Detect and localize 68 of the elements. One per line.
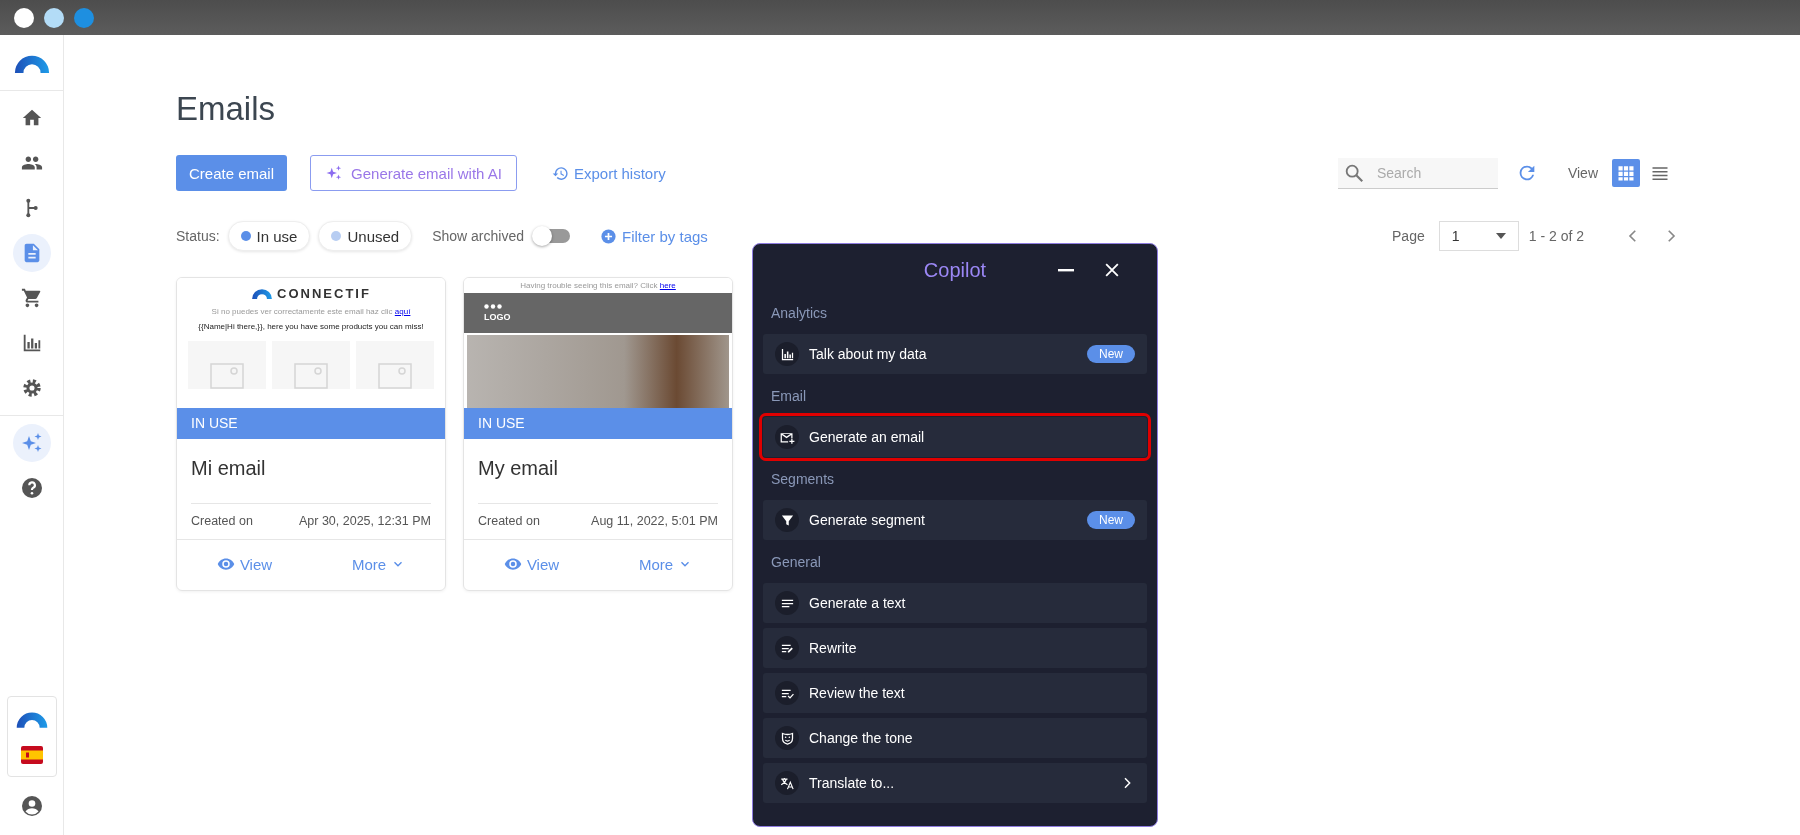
brand-name: CONNECTIF xyxy=(277,286,371,301)
arch-logo-icon xyxy=(251,287,274,300)
created-date: Apr 30, 2025, 12:31 PM xyxy=(298,514,431,528)
dropdown-caret-icon xyxy=(1495,233,1506,239)
email-preview[interactable]: CONNECTIF Si no puedes ver correctamente este email haz clic aquí {{Name|Hi there,}}, here you have some products you can miss! xyxy=(177,278,445,408)
section-label: Analytics xyxy=(770,304,829,323)
new-badge: New xyxy=(1087,345,1135,363)
section-label: General xyxy=(770,553,822,572)
show-archived-label: Show archived xyxy=(432,228,524,244)
preview-notice: Having trouble seeing this email? Click here xyxy=(520,281,676,290)
copilot-item[interactable]: Generate a text xyxy=(763,583,1147,623)
preview-link[interactable]: aquí xyxy=(394,307,411,316)
view-label: View xyxy=(1567,165,1598,181)
copilot-item[interactable]: Rewrite xyxy=(763,628,1147,668)
window-control[interactable] xyxy=(14,7,34,28)
user-icon xyxy=(19,794,44,818)
minimize-icon xyxy=(1058,268,1074,272)
preview-greeting: {{Name|Hi there,}}, here you have some products you can miss! xyxy=(198,322,424,331)
copilot-item[interactable]: Review the text xyxy=(763,673,1147,713)
translate-icon xyxy=(779,775,795,791)
preview-notice: Si no puedes ver correctamente este email haz clic aquí xyxy=(211,307,411,316)
new-badge: New xyxy=(1087,511,1135,529)
plus-circle-icon xyxy=(600,227,617,245)
preview-link[interactable]: here xyxy=(659,281,676,290)
status-filter-chip[interactable]: In use xyxy=(227,221,311,251)
history-icon xyxy=(551,164,569,182)
email-title: My email xyxy=(477,456,559,481)
eye-icon xyxy=(216,555,235,573)
view-toggle-button[interactable] xyxy=(1612,159,1640,187)
archived-toggle[interactable] xyxy=(534,229,570,243)
sidebar-nav-button[interactable] xyxy=(12,234,51,272)
email-preview[interactable]: Having trouble seeing this email? Click here LOGO xyxy=(464,278,732,408)
bar-chart-icon xyxy=(779,346,795,362)
spain-flag-icon[interactable] xyxy=(20,746,43,764)
generate-ai-button[interactable]: Generate email with AI xyxy=(310,155,517,191)
created-date: Aug 11, 2022, 5:01 PM xyxy=(591,514,718,528)
created-label: Created on xyxy=(478,514,540,528)
section-label: Email xyxy=(770,387,807,406)
email-title: Mi email xyxy=(190,456,267,481)
page-title: Emails xyxy=(176,90,277,128)
help-icon xyxy=(19,476,44,500)
eye-icon xyxy=(503,555,522,573)
window-control[interactable] xyxy=(44,7,64,28)
section-label: Segments xyxy=(770,470,836,489)
page-range: 1 - 2 of 2 xyxy=(1528,228,1584,244)
page-label: Page xyxy=(1392,228,1425,244)
cart-icon xyxy=(20,287,43,309)
copilot-title: Copilot xyxy=(923,258,987,282)
search-field[interactable]: Search xyxy=(1337,157,1498,189)
search-input[interactable]: Search xyxy=(1374,163,1469,182)
minimize-button[interactable] xyxy=(1058,268,1074,272)
status-banner: IN USE xyxy=(177,408,445,439)
status-filter-chip[interactable]: Unused xyxy=(318,221,413,251)
status-banner: IN USE xyxy=(464,408,732,439)
preview-logo-text: LOGO xyxy=(484,312,511,322)
settings-icon xyxy=(20,377,43,399)
page-select[interactable]: 1 xyxy=(1438,221,1519,251)
grid-icon xyxy=(1616,163,1636,183)
mask-icon xyxy=(779,730,795,746)
copilot-item[interactable]: Change the tone xyxy=(763,718,1147,758)
copilot-item[interactable]: Talk about my data New xyxy=(763,334,1147,374)
created-label: Created on xyxy=(191,514,253,528)
dots-icon xyxy=(484,304,502,309)
status-label: Status: xyxy=(176,228,220,244)
sidebar-nav-button[interactable] xyxy=(12,424,51,462)
arch-logo-icon xyxy=(14,709,49,728)
copilot-item[interactable]: Generate segment New xyxy=(763,500,1147,540)
copilot-item[interactable]: Translate to... xyxy=(763,763,1147,803)
